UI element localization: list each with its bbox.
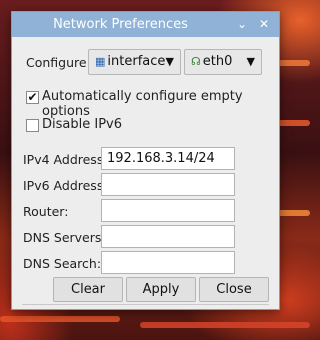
dns-search-input[interactable]: [101, 251, 235, 274]
router-input[interactable]: [101, 199, 235, 222]
ipv4-address-input[interactable]: 192.168.3.14/24: [101, 147, 235, 170]
close-button[interactable]: Close: [199, 277, 269, 302]
disable-ipv6-checkbox[interactable]: [26, 119, 39, 132]
dropdown-arrow-icon: ▼: [165, 55, 174, 68]
network-preferences-dialog: Network Preferences ⌄ ✕ Configure: ▦ inte…: [11, 11, 280, 310]
configure-label: Configure:: [26, 55, 91, 70]
network-icon: ▦: [95, 55, 106, 68]
window-title: Network Preferences: [53, 17, 188, 32]
auto-configure-checkbox[interactable]: ✔: [26, 91, 39, 104]
interface-dropdown[interactable]: ☊ eth0 ▼: [184, 49, 262, 75]
ethernet-icon: ☊: [191, 55, 201, 68]
title-bar[interactable]: Network Preferences ⌄ ✕: [12, 12, 279, 37]
ipv6-address-label: IPv6 Address:: [23, 178, 108, 193]
clear-button[interactable]: Clear: [53, 277, 123, 302]
router-label: Router:: [23, 204, 69, 219]
apply-button[interactable]: Apply: [126, 277, 196, 302]
ipv4-address-label: IPv4 Address:: [23, 152, 108, 167]
dns-search-label: DNS Search:: [23, 256, 102, 271]
chevron-down-icon[interactable]: ⌄: [233, 15, 251, 33]
dns-servers-label: DNS Servers:: [23, 230, 106, 245]
sky-streak: [140, 322, 310, 328]
close-icon[interactable]: ✕: [255, 15, 273, 33]
disable-ipv6-label[interactable]: Disable IPv6: [42, 117, 122, 132]
sky-streak: [0, 316, 120, 322]
dropdown-arrow-icon: ▼: [246, 55, 255, 68]
auto-configure-label[interactable]: Automatically configure empty options: [42, 89, 279, 119]
interface-value: eth0: [202, 54, 233, 69]
bottom-separator: [22, 304, 269, 305]
dns-servers-input[interactable]: [101, 225, 235, 248]
ipv6-address-input[interactable]: [101, 173, 235, 196]
configure-type-value: interface: [107, 54, 166, 69]
configure-type-dropdown[interactable]: ▦ interface ▼: [88, 49, 181, 75]
